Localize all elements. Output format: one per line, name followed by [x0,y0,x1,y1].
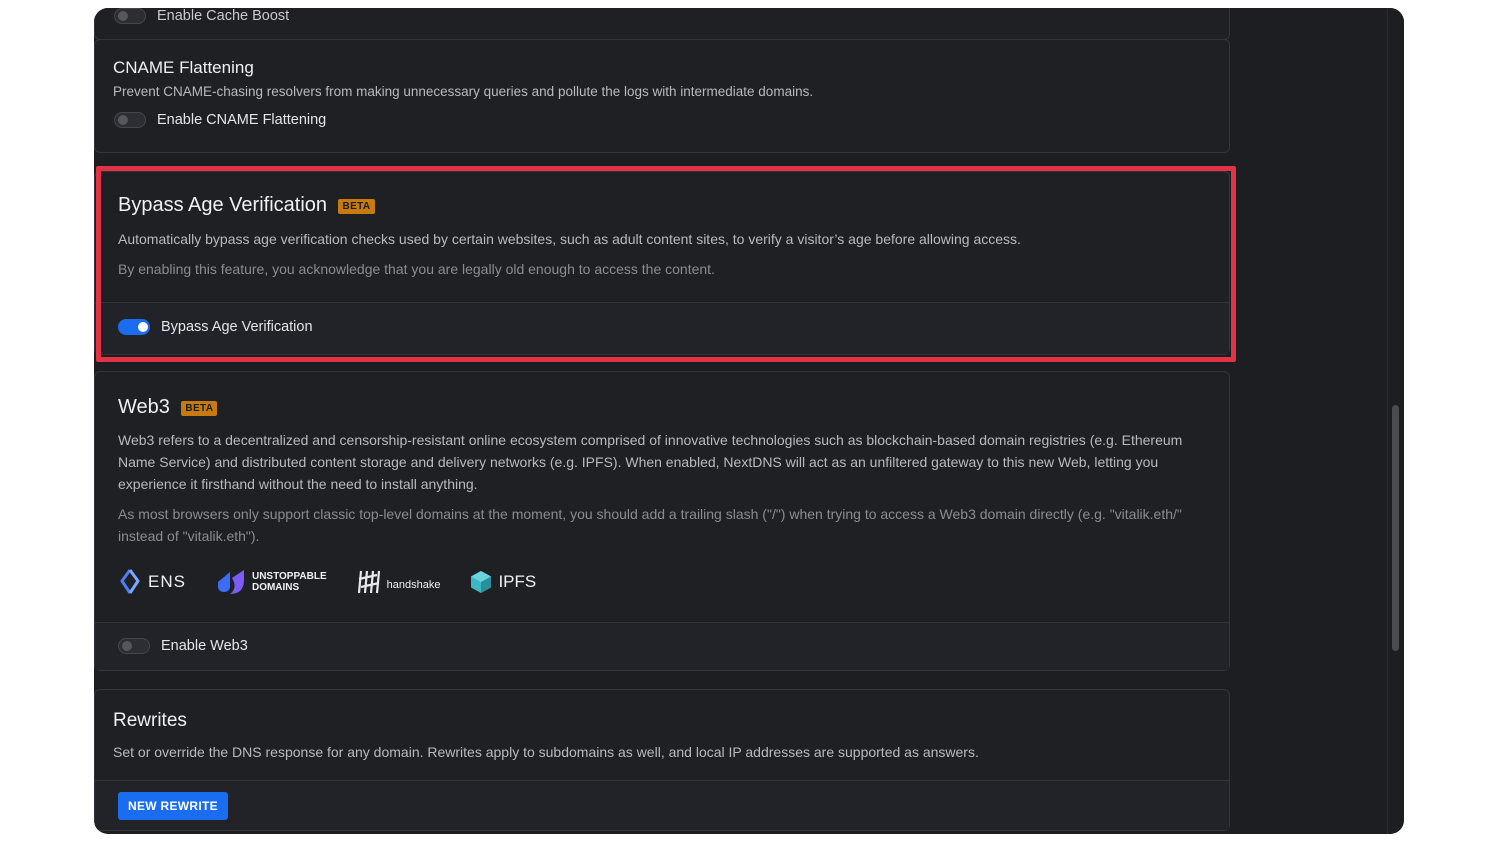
rewrites-description: Set or override the DNS response for any… [113,744,979,760]
web3-toggle-row: Enable Web3 [118,638,248,654]
scrollbar[interactable] [1387,8,1404,834]
ens-logo: ENS [118,569,186,595]
unstoppable-domains-text-1: UNSTOPPABLE [251,571,327,582]
rewrites-title: Rewrites [113,710,187,731]
cname-flattening-toggle-label: Enable CNAME Flattening [157,112,327,128]
handshake-logo-text: handshake [386,579,441,591]
unstoppable-domains-text-2: DOMAINS [251,582,300,593]
app-window: Enable Cache Boost CNAME Flattening Prev… [94,8,1404,834]
ipfs-icon [471,571,492,593]
handshake-icon [357,570,380,594]
highlight-box [96,166,1236,362]
cache-boost-toggle[interactable] [114,8,146,24]
rewrites-card: Rewrites Set or override the DNS respons… [94,689,1230,831]
unstoppable-domains-icon [217,570,244,594]
web3-header: Web3 BETA [118,396,218,419]
rewrites-footer: NEW REWRITE [95,780,1229,830]
handshake-logo: handshake [357,569,441,595]
web3-card: Web3 BETA Web3 refers to a decentralized… [94,371,1230,671]
ens-icon [120,569,140,594]
cname-flattening-toggle[interactable] [114,112,146,128]
web3-toggle-label: Enable Web3 [161,638,248,654]
cname-flattening-card: CNAME Flattening Prevent CNAME-chasing r… [94,39,1230,153]
web3-toggle[interactable] [118,638,150,654]
ens-logo-text: ENS [148,572,186,591]
web3-description: Web3 refers to a decentralized and censo… [118,432,1183,492]
web3-beta-badge: BETA [181,401,218,417]
cache-boost-toggle-row: Enable Cache Boost [114,8,289,24]
new-rewrite-button[interactable]: NEW REWRITE [118,792,228,820]
web3-note: As most browsers only support classic to… [118,506,1182,544]
ipfs-logo: IPFS [470,570,536,594]
web3-logos: ENS UNSTOPPABLE DOMAINS handshake IPFS [118,568,536,596]
cname-flattening-description: Prevent CNAME-chasing resolvers from mak… [113,84,814,99]
ipfs-logo-text: IPFS [498,572,537,591]
cname-flattening-toggle-row: Enable CNAME Flattening [114,112,326,128]
cache-boost-toggle-label: Enable Cache Boost [157,8,290,24]
cname-flattening-title: CNAME Flattening [113,58,254,77]
cache-boost-card: Enable Cache Boost [94,8,1230,40]
scrollbar-thumb[interactable] [1392,405,1399,651]
web3-title: Web3 [118,396,170,418]
unstoppable-domains-logo: UNSTOPPABLE DOMAINS [216,568,327,596]
web3-footer: Enable Web3 [95,622,1229,670]
